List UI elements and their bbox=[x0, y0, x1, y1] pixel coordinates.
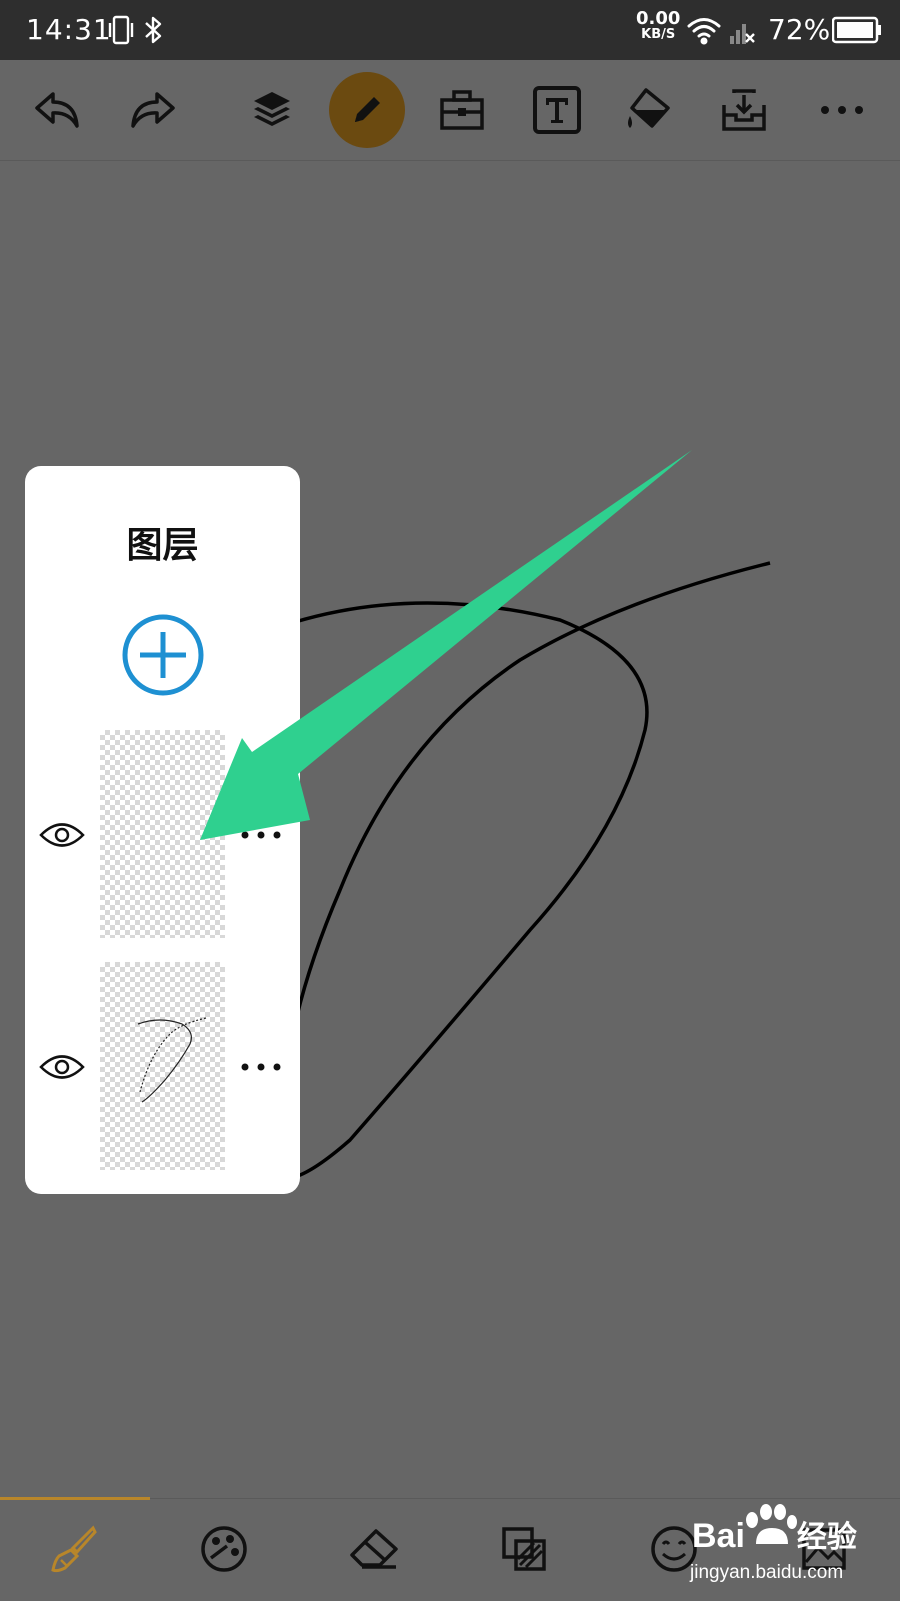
active-tab-indicator bbox=[0, 1497, 150, 1500]
palette-button[interactable] bbox=[196, 1521, 252, 1577]
brush-button[interactable] bbox=[46, 1521, 102, 1577]
watermark-url: jingyan.baidu.com bbox=[690, 1562, 844, 1583]
watermark: Bai 经验 jingyan.baidu.com bbox=[686, 1500, 900, 1600]
palette-icon bbox=[201, 1526, 247, 1572]
annotation-arrow bbox=[200, 450, 692, 840]
eraser-button[interactable] bbox=[346, 1521, 402, 1577]
watermark-brand-cn: 经验 bbox=[796, 1521, 857, 1554]
eraser-icon bbox=[350, 1529, 398, 1569]
brush-icon bbox=[51, 1525, 97, 1573]
layer-blend-icon bbox=[502, 1527, 546, 1571]
watermark-brand-text: Bai bbox=[692, 1517, 745, 1555]
layer-blend-button[interactable] bbox=[496, 1521, 552, 1577]
watermark-brand: Bai 经验 bbox=[692, 1512, 857, 1556]
